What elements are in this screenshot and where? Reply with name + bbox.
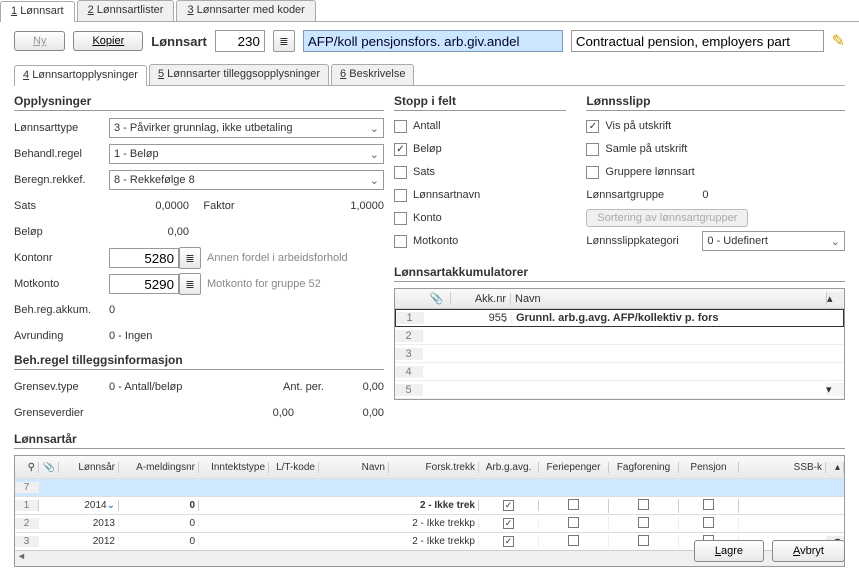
- fag-checkbox[interactable]: [638, 535, 649, 546]
- brt-title: Beh.regel tilleggsinformasjon: [14, 353, 384, 370]
- fag-checkbox[interactable]: [638, 499, 649, 510]
- lonnsslipp-title: Lønnsslipp: [586, 94, 845, 111]
- clip-icon: 📎: [39, 462, 59, 473]
- akkum-table: 📎 Akk.nr Navn ▴ 1 955 Grunnl. arb.g.avg.…: [394, 288, 845, 400]
- fag-checkbox[interactable]: [638, 517, 649, 528]
- list-icon: ≣: [279, 35, 288, 48]
- toolbar: Ny Kopier Lønnsart ≣ ✎: [0, 22, 859, 60]
- akkum-row[interactable]: 2: [395, 327, 844, 345]
- tab-lonnsart[interactable]: 1 Lønnsart: [0, 1, 75, 22]
- lonnsartnavn-checkbox[interactable]: [394, 189, 407, 202]
- motkonto-lookup-button[interactable]: ≣: [179, 273, 201, 295]
- vis-utskrift-checkbox[interactable]: [586, 120, 599, 133]
- antall-checkbox[interactable]: [394, 120, 407, 133]
- ferie-checkbox[interactable]: [568, 517, 579, 528]
- pensjon-checkbox[interactable]: [703, 517, 714, 528]
- akkum-row[interactable]: 4: [395, 363, 844, 381]
- lonnsarttype-combo[interactable]: 3 - Påvirker grunnlag, ikke utbetaling: [109, 118, 384, 138]
- year-row[interactable]: 2 20130 2 - Ikke trekkp: [15, 514, 844, 532]
- year-row[interactable]: 7: [15, 478, 844, 496]
- konto-checkbox[interactable]: [394, 212, 407, 225]
- lagre-button[interactable]: Lagre: [694, 540, 764, 562]
- avbryt-button[interactable]: Avbryt: [772, 540, 845, 562]
- akkum-row[interactable]: 3: [395, 345, 844, 363]
- gruppere-checkbox[interactable]: [586, 166, 599, 179]
- ferie-checkbox[interactable]: [568, 535, 579, 546]
- top-tabs: 1 Lønnsart 2 Lønnsartlister 3 Lønnsarter…: [0, 0, 859, 22]
- motkonto-checkbox[interactable]: [394, 235, 407, 248]
- belop-checkbox[interactable]: [394, 143, 407, 156]
- opplysninger-title: Opplysninger: [14, 94, 384, 111]
- ny-button[interactable]: Ny: [14, 31, 65, 51]
- kopier-button[interactable]: Kopier: [73, 31, 143, 51]
- motkonto-input[interactable]: [109, 274, 179, 294]
- samle-utskrift-checkbox[interactable]: [586, 143, 599, 156]
- tab-lonnsarter-koder[interactable]: 3 Lønnsarter med koder: [176, 0, 315, 21]
- arbg-checkbox[interactable]: [503, 536, 514, 547]
- behandlregel-combo[interactable]: 1 - Beløp: [109, 144, 384, 164]
- year-row[interactable]: 1 2014⌄ 0 2 - Ikke trek: [15, 496, 844, 514]
- sats-checkbox[interactable]: [394, 166, 407, 179]
- lonnsartaar-title: Lønnsartår: [14, 432, 845, 449]
- filter-icon[interactable]: ⚲: [15, 462, 39, 473]
- list-icon: ≣: [185, 252, 194, 265]
- pencil-icon[interactable]: ✎: [832, 31, 845, 51]
- lonnsart-code-input[interactable]: [215, 30, 265, 52]
- kontonr-lookup-button[interactable]: ≣: [179, 247, 201, 269]
- kontonr-input[interactable]: [109, 248, 179, 268]
- scroll-down-icon[interactable]: ▾: [826, 383, 844, 396]
- tab-opplysninger[interactable]: 4 Lønnsartopplysninger: [14, 65, 147, 86]
- sub-tabs: 4 Lønnsartopplysninger 5 Lønnsarter till…: [14, 64, 845, 86]
- beregnrekkef-combo[interactable]: 8 - Rekkefølge 8: [109, 170, 384, 190]
- ferie-checkbox[interactable]: [568, 499, 579, 510]
- stopp-title: Stopp i felt: [394, 94, 566, 111]
- tab-lonnsartlister[interactable]: 2 Lønnsartlister: [77, 0, 175, 21]
- tab-beskrivelse[interactable]: 6 Beskrivelse: [331, 64, 414, 85]
- arbg-checkbox[interactable]: [503, 500, 514, 511]
- arbg-checkbox[interactable]: [503, 518, 514, 529]
- lonnsart-name-input[interactable]: [303, 30, 563, 52]
- scroll-up-icon[interactable]: ▴: [826, 462, 844, 473]
- akkum-row[interactable]: 5▾: [395, 381, 844, 399]
- akkum-title: Lønnsartakkumulatorer: [394, 265, 845, 282]
- clip-icon: 📎: [423, 292, 451, 305]
- lonnsslippkategori-combo[interactable]: 0 - Udefinert: [702, 231, 845, 251]
- pensjon-checkbox[interactable]: [703, 499, 714, 510]
- akkum-row[interactable]: 1 955 Grunnl. arb.g.avg. AFP/kollektiv p…: [395, 309, 844, 327]
- list-icon-button[interactable]: ≣: [273, 30, 295, 52]
- sortering-button: Sortering av lønnsartgrupper: [586, 209, 748, 227]
- list-icon: ≣: [185, 278, 194, 291]
- lonnsart-desc-input[interactable]: [571, 30, 824, 52]
- chevron-down-icon[interactable]: ⌄: [107, 500, 115, 511]
- tab-tillegg[interactable]: 5 Lønnsarter tilleggsopplysninger: [149, 64, 329, 85]
- lonnsart-label: Lønnsart: [151, 34, 207, 49]
- scroll-up-icon[interactable]: ▴: [826, 292, 844, 305]
